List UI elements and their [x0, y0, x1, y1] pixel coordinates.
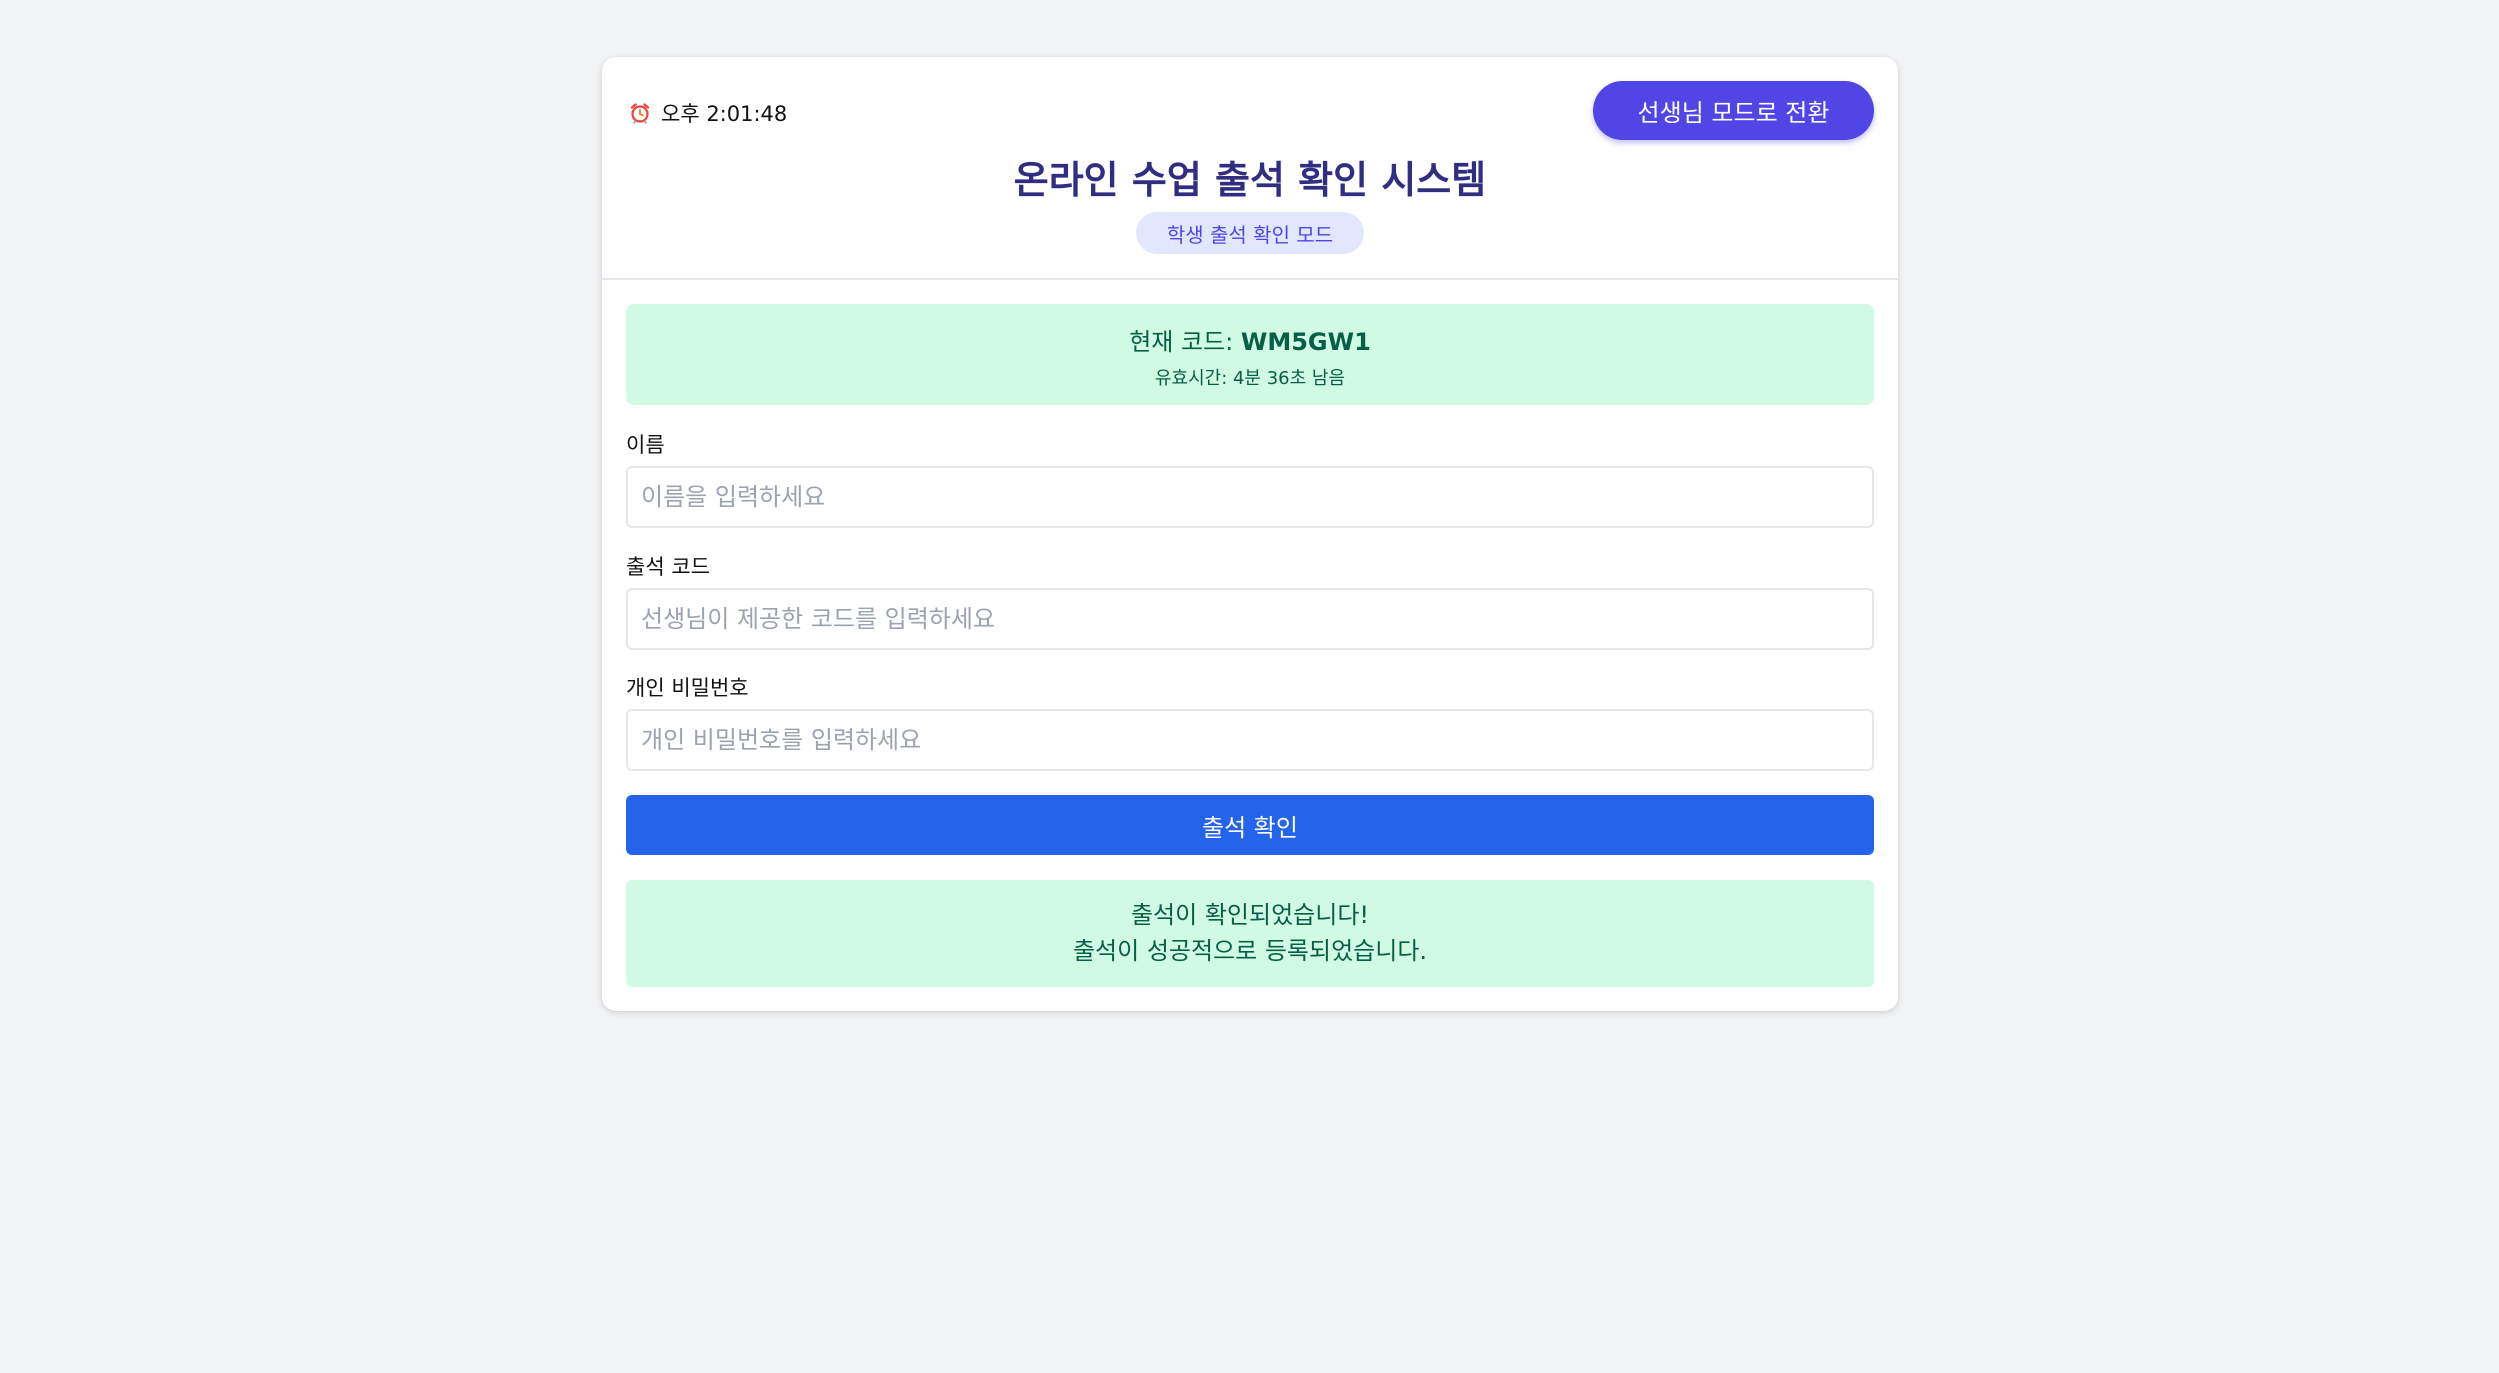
alarm-clock-icon — [629, 102, 651, 124]
check-attendance-button[interactable]: 출석 확인 — [626, 795, 1874, 855]
switch-to-teacher-mode-button[interactable]: 선생님 모드로 전환 — [1593, 81, 1874, 140]
current-code-label: 현재 코드: — [1129, 328, 1241, 356]
current-code-line: 현재 코드: WM5GW1 — [626, 326, 1874, 358]
success-message: 출석이 확인되었습니다! 출석이 성공적으로 등록되었습니다. — [626, 880, 1874, 987]
current-time: 오후 2:01:48 — [629, 98, 787, 128]
password-label: 개인 비밀번호 — [626, 676, 749, 700]
current-code-value: WM5GW1 — [1240, 328, 1371, 356]
success-message-detail: 출석이 성공적으로 등록되었습니다. — [1072, 937, 1428, 965]
name-label: 이름 — [626, 433, 665, 457]
code-validity-text: 유효시간: 4분 36초 남음 — [1154, 368, 1346, 389]
current-code-panel: 현재 코드: WM5GW1 유효시간: 4분 36초 남음 — [626, 304, 1874, 405]
card-header: 오후 2:01:48 선생님 모드로 전환 온라인 수업 출석 확인 시스템 학… — [602, 57, 1898, 280]
password-input[interactable] — [626, 709, 1874, 771]
page-title: 온라인 수업 출석 확인 시스템 — [1013, 158, 1487, 202]
attendance-code-input[interactable] — [626, 588, 1874, 650]
clock-time-text: 오후 2:01:48 — [661, 102, 788, 126]
mode-badge: 학생 출석 확인 모드 — [1136, 212, 1364, 254]
success-message-title: 출석이 확인되었습니다! — [1130, 901, 1370, 929]
name-input[interactable] — [626, 466, 1874, 528]
attendance-card: 오후 2:01:48 선생님 모드로 전환 온라인 수업 출석 확인 시스템 학… — [602, 57, 1898, 1011]
attendance-code-label: 출석 코드 — [626, 555, 710, 579]
